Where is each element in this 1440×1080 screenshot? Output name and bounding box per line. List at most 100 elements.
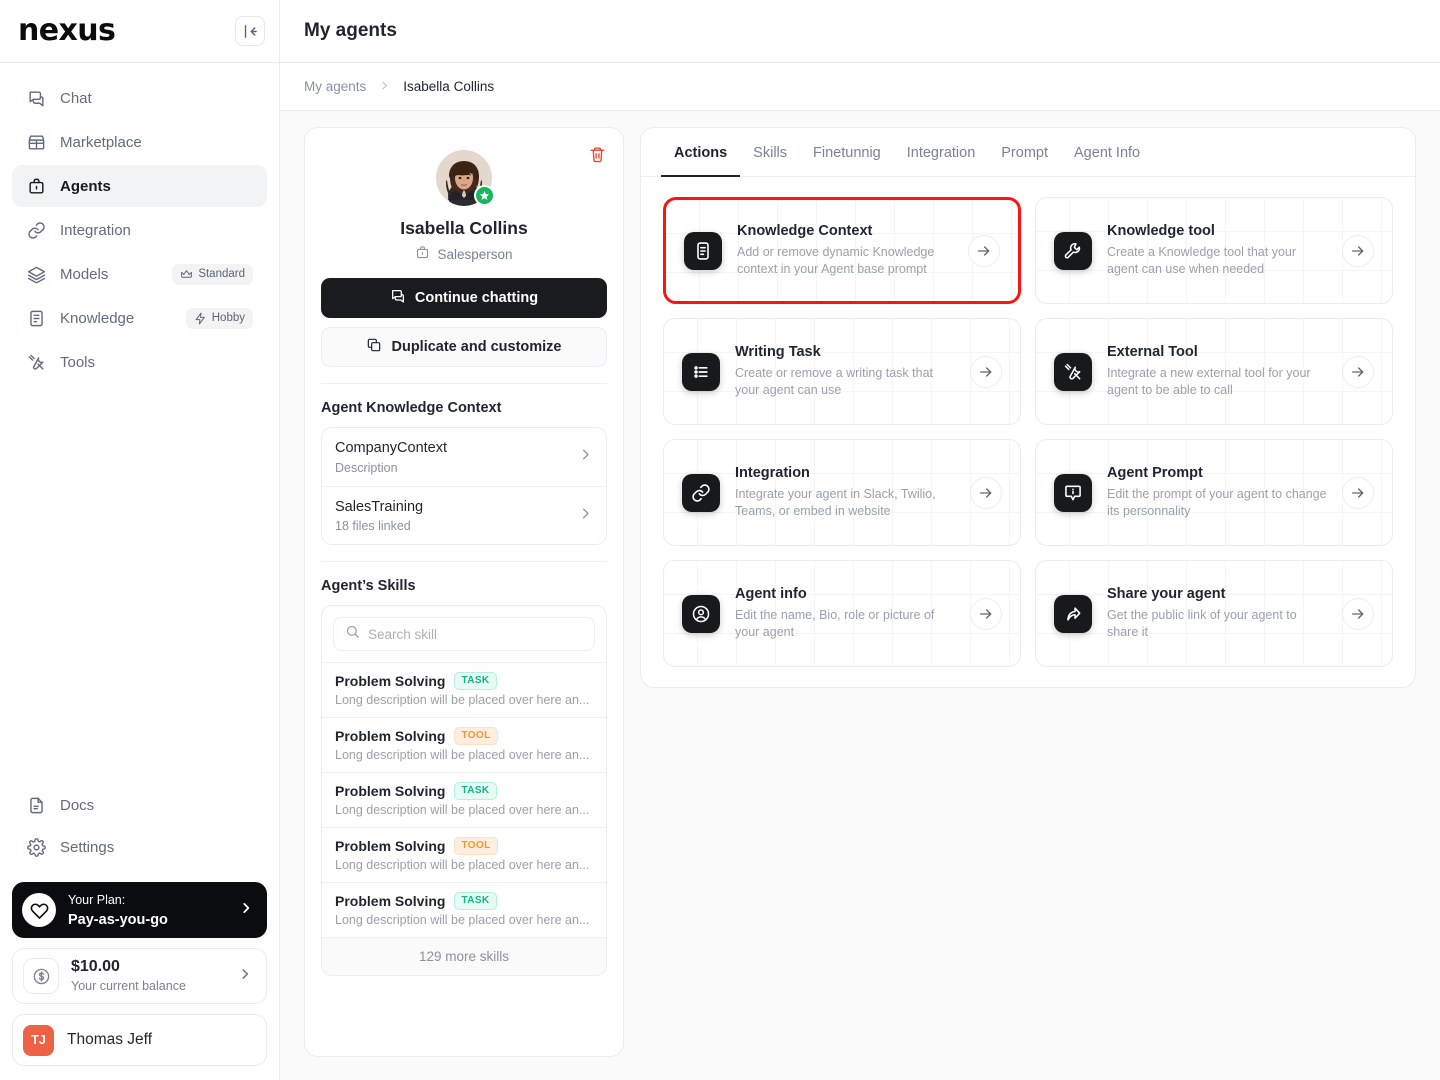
skill-description: Long description will be placed over her… bbox=[335, 913, 590, 928]
tab-skills[interactable]: Skills bbox=[740, 128, 800, 177]
collapse-sidebar-button[interactable] bbox=[235, 16, 265, 46]
sidebar-item-marketplace[interactable]: Marketplace bbox=[12, 121, 267, 163]
arrow-right-icon[interactable] bbox=[970, 476, 1002, 509]
continue-chatting-button[interactable]: Continue chatting bbox=[321, 278, 607, 318]
action-card-desc: Create or remove a writing task that you… bbox=[735, 365, 933, 398]
sidebar-header: nexus bbox=[0, 0, 279, 63]
list-item[interactable]: Problem Solving TASK Long description wi… bbox=[322, 662, 606, 717]
action-card-title: Writing Task bbox=[735, 343, 821, 360]
plan-card-text: Your Plan: Pay-as-you-go bbox=[68, 890, 227, 930]
action-card-external-tool[interactable]: External Tool Integrate a new external t… bbox=[1035, 318, 1393, 425]
app-root: nexus Chat Marketplace Agents Integratio… bbox=[0, 0, 1440, 1080]
collapse-sidebar-icon bbox=[244, 24, 257, 38]
store-icon bbox=[26, 132, 46, 152]
skills-list: Problem Solving TASK Long description wi… bbox=[321, 605, 607, 977]
skills-title: Agent’s Skills bbox=[321, 578, 416, 595]
skill-description: Long description will be placed over her… bbox=[335, 858, 590, 873]
agent-profile: Isabella Collins Salesperson bbox=[321, 144, 607, 263]
action-card-knowledge-tool[interactable]: Knowledge tool Create a Knowledge tool t… bbox=[1035, 197, 1393, 304]
agent-role: Salesperson bbox=[415, 245, 513, 263]
action-card-share-agent[interactable]: Share your agent Get the public link of … bbox=[1035, 560, 1393, 667]
list-item[interactable]: Problem Solving TASK Long description wi… bbox=[322, 882, 606, 937]
tools-icon bbox=[26, 352, 46, 372]
skill-search-box[interactable] bbox=[333, 617, 595, 652]
sidebar-item-label: Agents bbox=[60, 177, 111, 195]
breadcrumb-current: Isabella Collins bbox=[403, 79, 495, 94]
duplicate-customize-button[interactable]: Duplicate and customize bbox=[321, 327, 607, 367]
agent-avatar-wrap bbox=[436, 150, 495, 206]
balance-caption: Your current balance bbox=[71, 979, 186, 993]
heart-icon bbox=[22, 893, 56, 927]
sidebar-item-agents[interactable]: Agents bbox=[12, 165, 267, 207]
dollar-circle-icon bbox=[23, 958, 59, 994]
action-card-title: External Tool bbox=[1107, 343, 1198, 360]
briefcase-icon bbox=[26, 176, 46, 196]
arrow-right-icon[interactable] bbox=[970, 597, 1002, 630]
trash-icon bbox=[589, 146, 605, 162]
tab-integration[interactable]: Integration bbox=[894, 128, 989, 177]
balance-amount: $10.00 bbox=[71, 957, 120, 975]
sidebar-item-tools[interactable]: Tools bbox=[12, 341, 267, 383]
skill-name: Problem Solving bbox=[335, 838, 446, 855]
sidebar-item-chat[interactable]: Chat bbox=[12, 77, 267, 119]
plan-card[interactable]: Your Plan: Pay-as-you-go bbox=[12, 882, 267, 938]
user-name: Thomas Jeff bbox=[67, 1031, 153, 1048]
arrow-right-icon[interactable] bbox=[1342, 476, 1374, 509]
sidebar-item-label: Models bbox=[60, 265, 109, 283]
wrench-icon bbox=[1054, 231, 1092, 270]
chevron-right-icon bbox=[238, 966, 252, 986]
action-card-integration[interactable]: Integration Integrate your agent in Slac… bbox=[663, 439, 1021, 546]
layers-icon bbox=[26, 264, 46, 284]
knowledge-context-name: CompanyContext bbox=[335, 440, 448, 456]
knowledge-context-sub: 18 files linked bbox=[335, 519, 411, 534]
sidebar-item-knowledge[interactable]: Knowledge Hobby bbox=[12, 297, 267, 339]
star-badge-icon bbox=[474, 185, 495, 206]
arrow-right-icon[interactable] bbox=[1342, 597, 1374, 630]
action-card-agent-prompt[interactable]: Agent Prompt Edit the prompt of your age… bbox=[1035, 439, 1393, 546]
knowledge-context-item[interactable]: SalesTraining 18 files linked bbox=[322, 485, 606, 545]
list-item[interactable]: Problem Solving TASK Long description wi… bbox=[322, 772, 606, 827]
action-card-title: Knowledge tool bbox=[1107, 222, 1215, 239]
prompt-bubble-icon bbox=[1054, 473, 1092, 512]
tab-agent-info[interactable]: Agent Info bbox=[1061, 128, 1153, 177]
duplicate-customize-label: Duplicate and customize bbox=[391, 339, 562, 355]
status-badge: TOOL bbox=[454, 837, 498, 856]
sidebar-item-docs[interactable]: Docs bbox=[12, 784, 267, 826]
skill-name: Problem Solving bbox=[335, 728, 446, 745]
action-card-agent-info[interactable]: Agent info Edit the name, Bio, role or p… bbox=[663, 560, 1021, 667]
gear-icon bbox=[26, 837, 46, 857]
plan-card-line1: Your Plan: bbox=[68, 893, 126, 907]
sidebar-item-integration[interactable]: Integration bbox=[12, 209, 267, 251]
tab-actions[interactable]: Actions bbox=[661, 128, 741, 177]
arrow-right-icon[interactable] bbox=[1342, 234, 1374, 267]
arrow-right-icon[interactable] bbox=[1342, 355, 1374, 388]
list-item[interactable]: Problem Solving TOOL Long description wi… bbox=[322, 717, 606, 772]
crown-icon bbox=[181, 269, 193, 278]
agent-summary-panel: Isabella Collins Salesperson Continue ch… bbox=[304, 127, 624, 1057]
more-skills-button[interactable]: 129 more skills bbox=[322, 937, 606, 976]
knowledge-context-item[interactable]: CompanyContext Description bbox=[322, 428, 606, 486]
sidebar-item-label: Marketplace bbox=[60, 133, 142, 151]
search-input[interactable] bbox=[368, 626, 583, 642]
action-card-writing-task[interactable]: Writing Task Create or remove a writing … bbox=[663, 318, 1021, 425]
share-arrow-icon bbox=[1054, 594, 1092, 633]
balance-card[interactable]: $10.00 Your current balance bbox=[12, 948, 267, 1004]
tab-finetuning[interactable]: Finetunnig bbox=[800, 128, 894, 177]
avatar: TJ bbox=[23, 1024, 54, 1056]
delete-agent-button[interactable] bbox=[585, 142, 609, 166]
action-card-knowledge-context[interactable]: Knowledge Context Add or remove dynamic … bbox=[663, 197, 1021, 304]
status-badge: TOOL bbox=[454, 727, 498, 746]
list-item[interactable]: Problem Solving TOOL Long description wi… bbox=[322, 827, 606, 882]
arrow-right-icon[interactable] bbox=[968, 234, 1000, 267]
sidebar-item-settings[interactable]: Settings bbox=[12, 826, 267, 868]
breadcrumb-root[interactable]: My agents bbox=[304, 79, 366, 94]
skill-name: Problem Solving bbox=[335, 673, 446, 690]
arrow-right-icon[interactable] bbox=[970, 355, 1002, 388]
sidebar-item-label: Knowledge bbox=[60, 309, 135, 327]
tab-prompt[interactable]: Prompt bbox=[988, 128, 1061, 177]
sidebar-item-models[interactable]: Models Standard bbox=[12, 253, 267, 295]
action-card-desc: Add or remove dynamic Knowledge context … bbox=[737, 244, 935, 277]
user-card[interactable]: TJ Thomas Jeff bbox=[12, 1014, 267, 1066]
continue-chatting-label: Continue chatting bbox=[414, 290, 539, 306]
document-icon bbox=[26, 308, 46, 328]
